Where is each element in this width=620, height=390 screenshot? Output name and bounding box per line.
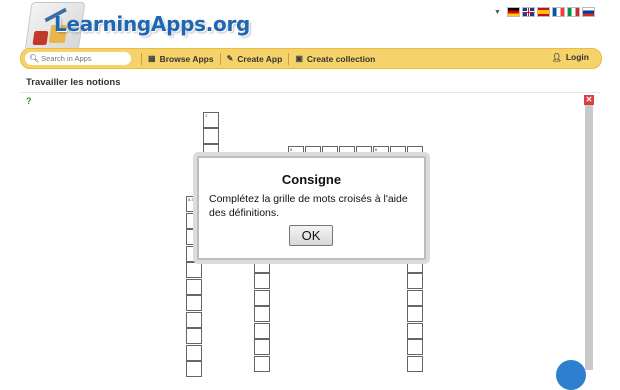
crossword-cell[interactable]	[407, 289, 423, 306]
clue-number: 5	[290, 147, 293, 152]
crossword-cell[interactable]	[407, 339, 423, 355]
crossword-cell[interactable]	[407, 355, 423, 372]
crossword-cell[interactable]	[407, 306, 423, 322]
crossword-cell[interactable]	[186, 262, 202, 278]
scrollbar[interactable]	[585, 95, 593, 370]
crossword-cell[interactable]	[254, 306, 270, 322]
crossword-cell[interactable]	[186, 311, 202, 328]
crossword-cell[interactable]	[186, 328, 202, 344]
crossword-cell[interactable]: 1	[203, 112, 219, 128]
crossword-cell[interactable]	[254, 322, 270, 339]
crossword-cell[interactable]	[254, 339, 270, 355]
chat-icon[interactable]	[556, 360, 586, 390]
crossword-cell[interactable]	[186, 361, 202, 377]
crossword-cell[interactable]	[186, 278, 202, 295]
clue-number: 1	[205, 113, 208, 118]
fullscreen-icon[interactable]: ✕	[584, 95, 594, 105]
dialog-text: Complétez la grille de mots croisés à l'…	[209, 193, 408, 219]
crossword-cell[interactable]	[186, 344, 202, 361]
ok-button[interactable]: OK	[289, 225, 333, 246]
crossword-cell[interactable]	[254, 289, 270, 306]
crossword-cell[interactable]	[203, 128, 219, 144]
dialog-title: Consigne	[281, 172, 342, 187]
crossword-cell[interactable]	[407, 273, 423, 289]
instructions-dialog: Consigne Complétez la grille de mots cro…	[197, 156, 426, 260]
clue-number: 6	[375, 147, 378, 152]
clue-number: 8.3	[188, 197, 194, 202]
crossword-cell[interactable]	[186, 295, 202, 311]
crossword-cell[interactable]	[407, 322, 423, 339]
crossword-cell[interactable]	[254, 273, 270, 289]
crossword-cell[interactable]	[254, 355, 270, 372]
